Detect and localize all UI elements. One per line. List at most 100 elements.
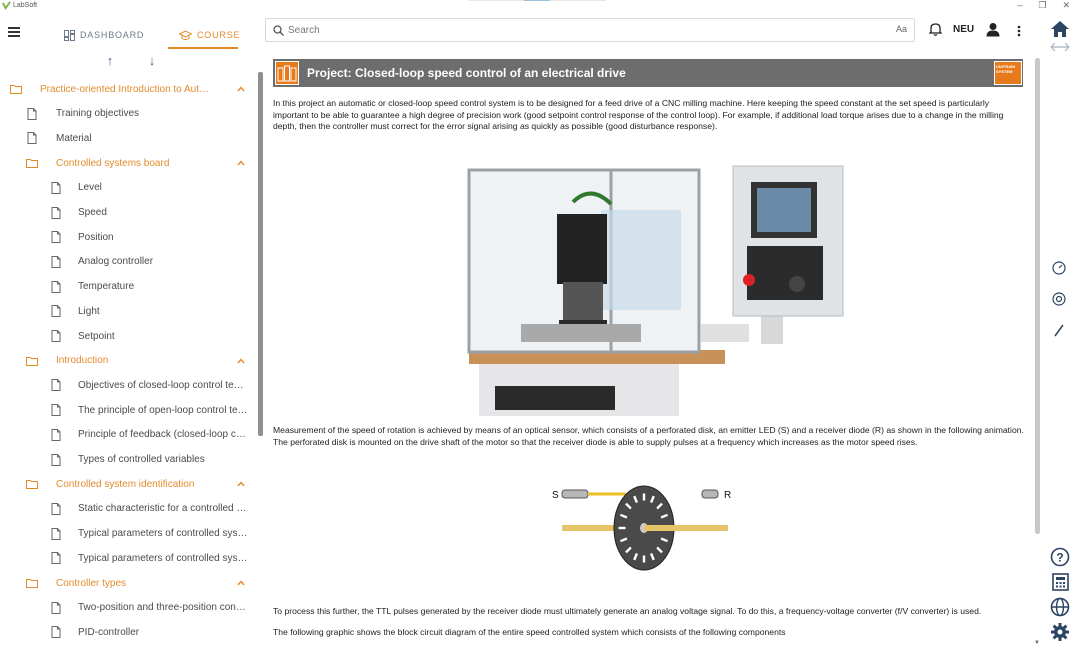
tree-page[interactable]: Speed [0,202,256,224]
close-icon[interactable]: ✕ [1062,0,1070,11]
tree-item-label: Practice-oriented Introduction to Auto..… [40,83,212,95]
sidebar: DASHBOARD COURSE ↑ ↓ Practice-oriented I… [0,12,264,650]
help-icon[interactable]: ? [1050,547,1070,567]
tree-item-label: Position [78,231,114,243]
tree-item-label: Objectives of closed-loop control tech..… [78,379,248,391]
speedometer-icon[interactable] [1052,261,1066,275]
project-title: Project: Closed-loop speed control of an… [307,66,626,80]
language-selector[interactable]: NEU [953,24,974,35]
tab-dashboard[interactable]: DASHBOARD [64,24,144,46]
tree-page[interactable]: Principle of feedback (closed-loop con..… [0,424,256,446]
document-icon [27,132,37,145]
tree-item-label: Types of controlled variables [78,454,205,465]
document-icon [51,181,61,194]
tree-page[interactable]: Two-position and three-position contr... [0,597,256,619]
tree-page[interactable]: Types of controlled variables [0,449,256,471]
chevron-up-icon[interactable] [236,356,246,366]
search-icon [273,25,284,36]
settings-icon[interactable] [1050,622,1070,642]
tree-page[interactable]: The principle of open-loop control tec..… [0,399,256,421]
tree-item-label: Level [78,182,102,194]
document-icon [51,428,61,441]
tree-page[interactable]: Static characteristic for a controlled s… [0,498,256,520]
folder-icon [26,159,38,169]
tree-page[interactable]: Typical parameters of controlled syst... [0,547,256,569]
arrow-down-icon[interactable]: ↓ [145,54,159,68]
document-icon [51,305,61,318]
block-diagram-paragraph: The following graphic shows the block ci… [273,627,786,637]
right-rail: ? [1044,12,1076,650]
disk-hole [642,555,646,563]
receiver-label: R [724,490,731,501]
conversion-paragraph: To process this further, the TTL pulses … [273,606,982,616]
font-size-toggle[interactable]: Aa [896,24,907,34]
home-icon[interactable] [1050,20,1070,38]
tree-item-label: Training objectives [56,108,140,120]
chevron-up-icon[interactable] [236,84,246,94]
tree-folder[interactable]: Controlled systems board [0,152,256,174]
chip-icon[interactable] [1052,292,1066,306]
sidebar-scrollbar[interactable] [258,72,263,436]
folder-icon [10,85,22,94]
tab-dashboard-label: DASHBOARD [80,30,145,40]
course-content: Project: Closed-loop speed control of an… [265,52,1033,650]
tab-course[interactable]: COURSE [179,24,240,46]
document-icon [51,601,61,614]
tree-folder[interactable]: Controller types [0,572,256,594]
disk-hole [642,493,646,501]
document-icon [51,527,61,540]
document-icon [51,453,61,466]
tree-folder[interactable]: Practice-oriented Introduction to Auto..… [0,78,256,100]
tree-page[interactable]: PID-controller [0,621,256,643]
pen-icon[interactable] [1053,323,1065,337]
tree-item-label: Two-position and three-position contr... [78,602,248,614]
tree-item-label: Analog controller [78,256,154,268]
content-scrollbar[interactable] [1035,58,1040,534]
tree-folder[interactable]: Introduction [0,350,256,372]
window-tab-strip [468,0,606,1]
project-icon [275,61,299,85]
graduation-cap-icon [179,29,192,40]
tree-folder[interactable]: Controlled system identification [0,473,256,495]
tree-page[interactable]: Temperature [0,276,256,298]
document-icon [51,231,61,244]
document-icon [51,552,61,565]
folder-icon [26,579,38,588]
document-icon [51,404,61,417]
tree-item-label: Controlled system identification [56,478,195,490]
user-icon[interactable] [986,22,1000,37]
minimize-icon[interactable]: – [1017,0,1022,11]
search-input[interactable] [288,22,848,38]
globe-icon[interactable] [1050,597,1070,617]
tree-page[interactable]: Setpoint [0,325,256,347]
tree-page[interactable]: Position [0,226,256,248]
arrow-up-icon[interactable]: ↑ [103,54,117,68]
cnc-machine-image [467,165,844,416]
tree-page[interactable]: Training objectives [0,103,256,125]
tree-page[interactable]: Typical parameters of controlled syst... [0,523,256,545]
swap-arrows-icon[interactable] [1050,42,1070,52]
bell-icon[interactable] [929,22,942,36]
restore-icon[interactable]: ❐ [1038,0,1046,11]
search-bar: Aa [265,18,915,42]
document-icon [51,330,61,342]
tree-page[interactable]: Analog controller [0,251,256,273]
calculator-icon[interactable] [1050,572,1070,592]
tree-page[interactable]: Light [0,300,256,322]
chevron-up-icon[interactable] [236,158,246,168]
menu-icon[interactable] [8,27,20,37]
tree-item-label: Controller types [56,577,127,589]
tree-page[interactable]: Objectives of closed-loop control tech..… [0,374,256,396]
tree-item-label: Setpoint [78,330,115,342]
chevron-up-icon[interactable] [236,578,246,588]
tree-item-label: Introduction [56,355,109,367]
tree-page[interactable]: Material [0,127,256,149]
document-icon [51,255,61,268]
project-banner: Project: Closed-loop speed control of an… [273,59,1023,87]
chevron-up-icon[interactable] [236,479,246,489]
document-icon [27,107,37,120]
optical-sensor-animation: S R [552,485,731,571]
more-vert-icon[interactable] [1017,25,1021,37]
scroll-down-arrow-icon[interactable]: ▼ [1034,640,1040,646]
tree-page[interactable]: Level [0,177,256,199]
